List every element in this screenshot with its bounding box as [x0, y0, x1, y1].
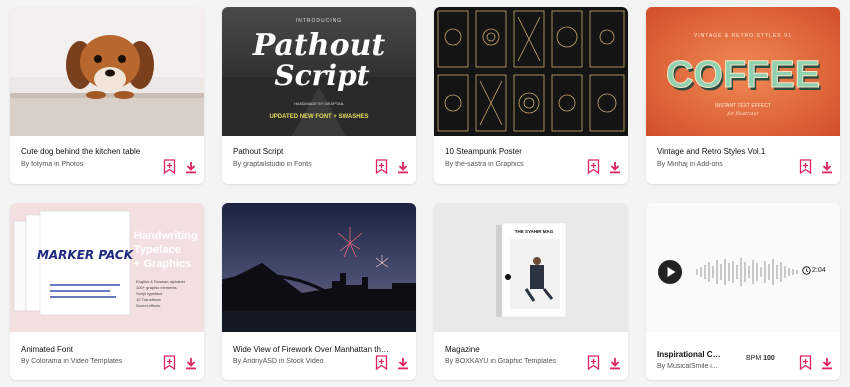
- card-byline[interactable]: By graptailstudio in Fonts: [233, 161, 373, 168]
- thumbnail-dog-photo[interactable]: [10, 7, 204, 136]
- art-sub2-text: for Illustrator: [726, 111, 759, 117]
- thumbnail-steampunk-poster[interactable]: [434, 7, 628, 136]
- art-h1: Handwriting: [134, 230, 198, 242]
- card-title[interactable]: Wide View of Firework Over Manhattan the…: [233, 345, 393, 354]
- bpm-readout: BPM 100: [746, 355, 775, 362]
- download-icon[interactable]: [609, 357, 621, 370]
- download-icon[interactable]: [821, 357, 833, 370]
- art-h3: + Graphics: [134, 258, 191, 270]
- art-bullet: 100+ graphic elements: [136, 285, 177, 290]
- art-bullet: Script typeface: [136, 291, 163, 296]
- art-box-text: MARKER PACK: [37, 248, 135, 262]
- card-title[interactable]: Magazine: [445, 345, 605, 354]
- thumbnail-firework-manhattan[interactable]: [222, 203, 416, 332]
- card-title[interactable]: Vintage and Retro Styles Vol.1: [657, 147, 817, 156]
- thumbnail-animated-font[interactable]: MARKER PACK Handwriting Typeface + Graph…: [10, 203, 204, 332]
- card-audio-track[interactable]: 2:04 Inspirational Ci... By MusicalSmile…: [646, 203, 840, 380]
- card-firework-video[interactable]: Wide View of Firework Over Manhattan the…: [222, 203, 416, 380]
- bookmark-add-icon[interactable]: [163, 159, 176, 174]
- card-byline[interactable]: By fotyma in Photos: [21, 161, 161, 168]
- art-intro-text: INTRODUCING: [296, 18, 342, 24]
- art-h2: Typeface: [134, 244, 181, 256]
- card-title[interactable]: Inspirational Ci...: [657, 350, 721, 359]
- bpm-value: 100: [763, 355, 775, 362]
- card-vintage-retro[interactable]: VINTAGE & RETRO STYLES V1 COFFEE COFFEE …: [646, 7, 840, 184]
- card-dog[interactable]: Cute dog behind the kitchen table By fot…: [10, 7, 204, 184]
- card-byline[interactable]: By Minhaj in Add-ons: [657, 161, 797, 168]
- bookmark-add-icon[interactable]: [799, 159, 812, 174]
- card-title[interactable]: Animated Font: [21, 345, 181, 354]
- download-icon[interactable]: [185, 357, 197, 370]
- card-title[interactable]: Pathout Script: [233, 147, 393, 156]
- card-pathout-script[interactable]: INTRODUCING Pathout Script HANDMADE BY G…: [222, 7, 416, 184]
- art-bullet: 10 Transitions: [136, 297, 161, 302]
- card-title[interactable]: 10 Steampunk Poster: [445, 147, 605, 156]
- audio-player: 2:04: [646, 203, 840, 332]
- art-pathout-text: Pathout: [252, 28, 386, 63]
- card-byline[interactable]: By MusicalSmile i...: [657, 363, 723, 370]
- play-button[interactable]: [658, 260, 682, 284]
- card-byline[interactable]: By AndriyASD in Stock Video: [233, 358, 373, 365]
- card-title[interactable]: Cute dog behind the kitchen table: [21, 147, 181, 156]
- card-byline[interactable]: By the-sastra in Graphics: [445, 161, 585, 168]
- bookmark-add-icon[interactable]: [375, 355, 388, 370]
- bookmark-add-icon[interactable]: [163, 355, 176, 370]
- bookmark-add-icon[interactable]: [587, 159, 600, 174]
- download-icon[interactable]: [397, 357, 409, 370]
- card-animated-font[interactable]: MARKER PACK Handwriting Typeface + Graph…: [10, 203, 204, 380]
- audio-duration: 2:04: [812, 267, 826, 274]
- download-icon[interactable]: [609, 161, 621, 174]
- art-updated-text: UPDATED NEW FONT + SWASHES: [269, 114, 368, 120]
- clock-icon: [802, 266, 811, 275]
- thumbnail-pathout-script[interactable]: INTRODUCING Pathout Script HANDMADE BY G…: [222, 7, 416, 136]
- card-byline[interactable]: By BOXKAYU in Graphic Templates: [445, 358, 585, 365]
- card-magazine[interactable]: THE SYAHIR MAG Magazine By BOXKAYU in Gr…: [434, 203, 628, 380]
- art-bullet: Sound effects: [136, 303, 160, 308]
- download-icon[interactable]: [185, 161, 197, 174]
- art-mag-title: THE SYAHIR MAG: [515, 229, 554, 234]
- bpm-label: BPM: [746, 355, 762, 362]
- download-icon[interactable]: [821, 161, 833, 174]
- art-script-text: Script: [274, 59, 369, 92]
- audio-waveform[interactable]: [696, 257, 800, 287]
- thumbnail-coffee-text-effect[interactable]: VINTAGE & RETRO STYLES V1 COFFEE COFFEE …: [646, 7, 840, 136]
- download-icon[interactable]: [397, 161, 409, 174]
- art-bullet: English & Russian alphabet: [136, 279, 186, 284]
- bookmark-add-icon[interactable]: [587, 355, 600, 370]
- card-steampunk-poster[interactable]: 10 Steampunk Poster By the-sastra in Gra…: [434, 7, 628, 184]
- play-icon: [667, 267, 676, 277]
- thumbnail-magazine[interactable]: THE SYAHIR MAG: [434, 203, 628, 332]
- bookmark-add-icon[interactable]: [799, 355, 812, 370]
- card-byline[interactable]: By Colorama in Video Templates: [21, 358, 161, 365]
- bookmark-add-icon[interactable]: [375, 159, 388, 174]
- art-top-text: VINTAGE & RETRO STYLES V1: [694, 33, 792, 39]
- art-sub-text: INSTANT TEXT EFFECT: [715, 103, 771, 109]
- art-coffee-text: COFFEE: [666, 54, 820, 96]
- art-handmade-text: HANDMADE BY GRAPTAIL: [294, 101, 345, 106]
